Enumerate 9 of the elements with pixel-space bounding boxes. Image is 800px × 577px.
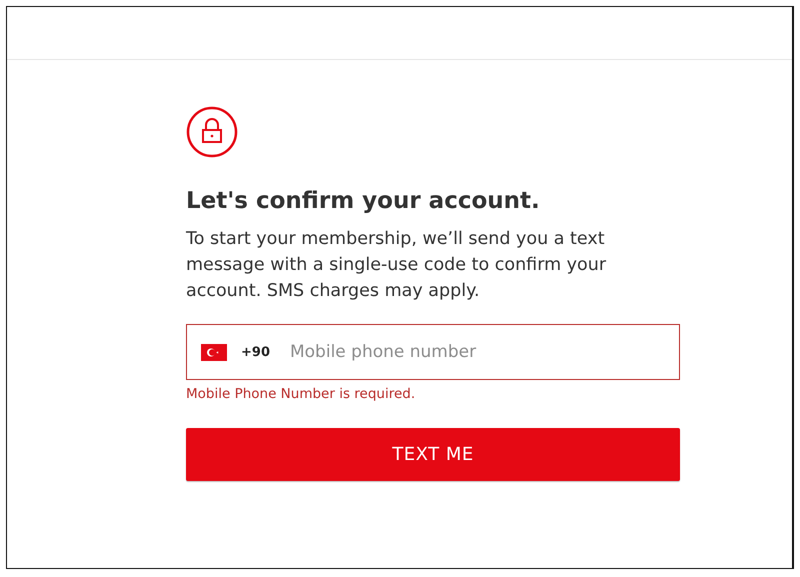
- phone-number-input[interactable]: Mobile phone number: [288, 341, 679, 363]
- country-code[interactable]: +90: [241, 344, 270, 360]
- heading: Let's confirm your account.: [186, 188, 541, 214]
- lock-icon: [186, 106, 238, 158]
- flag-icon: [201, 344, 227, 360]
- text-me-button[interactable]: TEXT ME: [186, 428, 680, 481]
- message-text: To start your membership, we’ll send you a text message with a single-use code to confirm your account. SMS charges may apply.: [186, 228, 608, 303]
- phone-field[interactable]: +90 Mobile phone number: [186, 324, 680, 380]
- error-message: Mobile Phone Number is required.: [186, 386, 416, 402]
